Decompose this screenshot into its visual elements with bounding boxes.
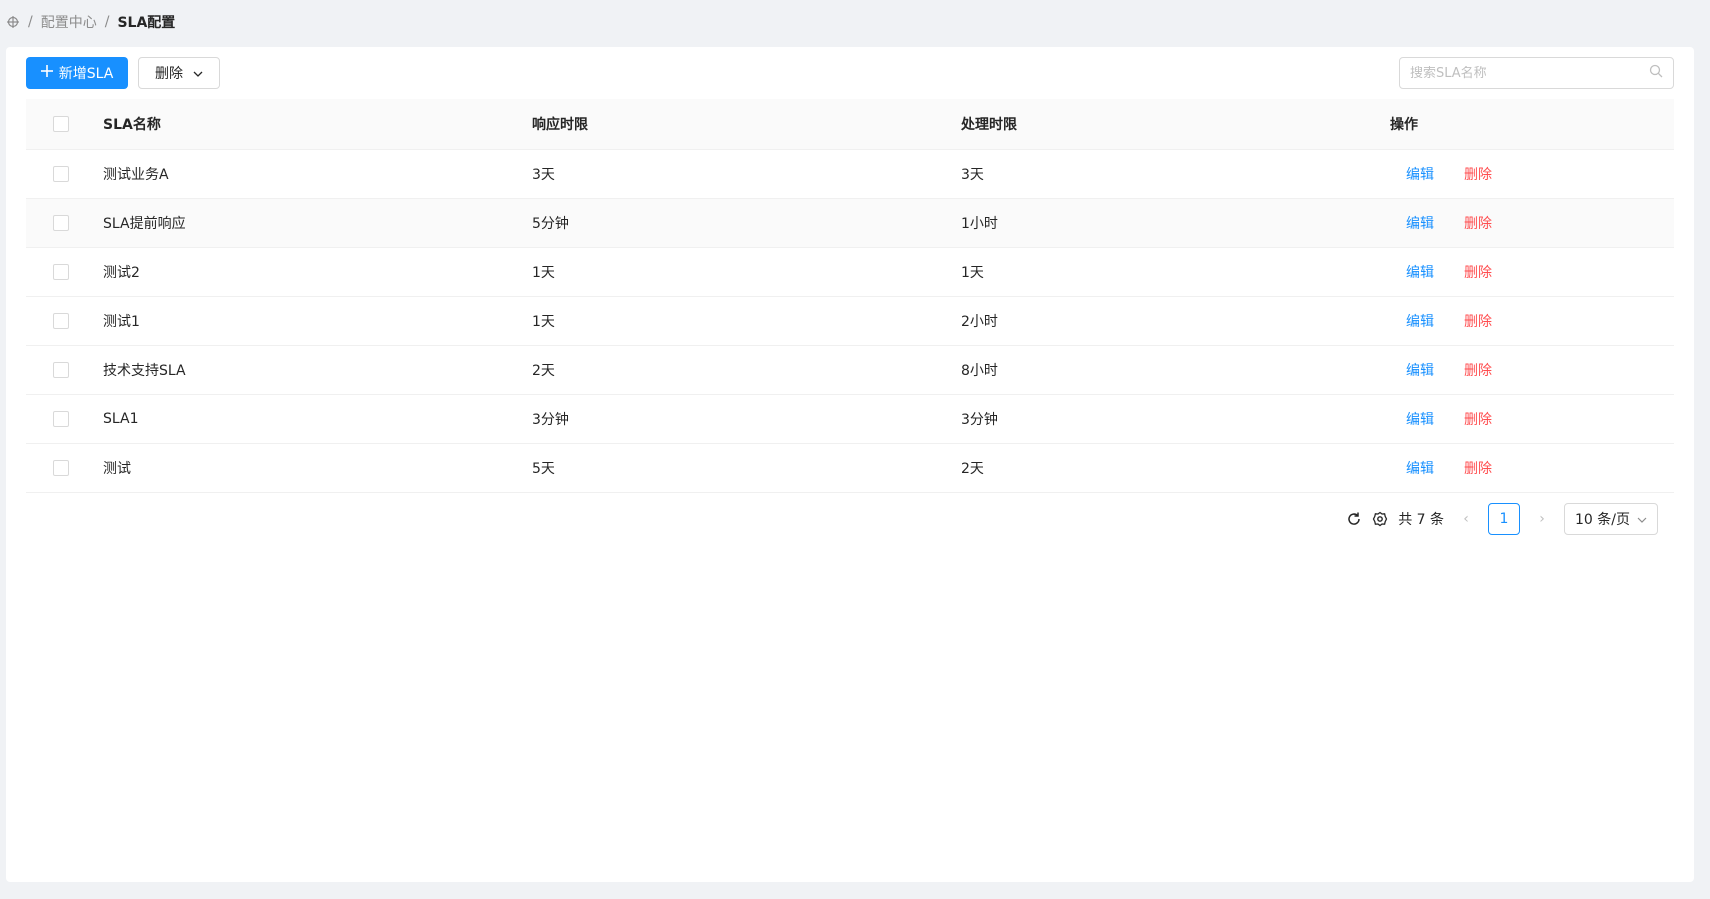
next-page-icon[interactable]: › (1530, 511, 1554, 527)
search-box[interactable] (1399, 57, 1674, 89)
table-row: 测试业务A 3天 3天 编辑 删除 (26, 149, 1674, 199)
column-header-actions: 操作 (1390, 99, 1674, 150)
search-icon[interactable] (1649, 64, 1663, 82)
row-checkbox[interactable] (53, 361, 69, 378)
gear-icon[interactable] (1372, 511, 1388, 527)
response-limit-cell: 1天 (532, 247, 961, 297)
breadcrumb-parent[interactable]: 配置中心 (41, 12, 97, 32)
process-limit-cell: 2小时 (961, 296, 1390, 346)
sla-table: SLA名称 响应时限 处理时限 操作 测试业务A 3天 3天 编辑 删除 SLA提… (26, 99, 1674, 493)
delete-link[interactable]: 删除 (1464, 461, 1492, 477)
process-limit-cell: 1天 (961, 247, 1390, 297)
response-limit-cell: 3天 (532, 149, 961, 199)
edit-link[interactable]: 编辑 (1406, 363, 1434, 379)
row-checkbox[interactable] (53, 165, 69, 182)
delete-link[interactable]: 删除 (1464, 363, 1492, 379)
edit-link[interactable]: 编辑 (1406, 412, 1434, 428)
row-checkbox[interactable] (53, 263, 69, 280)
sla-name-cell: 测试 (103, 443, 532, 493)
select-all-checkbox[interactable] (53, 115, 69, 132)
process-limit-cell: 8小时 (961, 345, 1390, 395)
sla-name-cell: SLA提前响应 (103, 198, 532, 248)
chevron-down-icon (193, 65, 203, 81)
row-checkbox[interactable] (53, 214, 69, 231)
crosshair-icon (6, 15, 20, 29)
table-header-row: SLA名称 响应时限 处理时限 操作 (26, 99, 1674, 150)
total-count: 共 7 条 (1398, 512, 1444, 528)
table-row: SLA1 3分钟 3分钟 编辑 删除 (26, 394, 1674, 444)
sla-name-cell: 测试业务A (103, 149, 532, 199)
toolbar: 新增SLA 删除 (26, 57, 1674, 89)
breadcrumb-current: SLA配置 (117, 15, 176, 31)
page-size-select[interactable]: 10 条/页 (1564, 503, 1658, 535)
edit-link[interactable]: 编辑 (1406, 167, 1434, 183)
breadcrumb-separator: / (28, 14, 33, 30)
sla-name-cell: 测试2 (103, 247, 532, 297)
table-row: 测试 5天 2天 编辑 删除 (26, 443, 1674, 493)
table-row: 测试1 1天 2小时 编辑 删除 (26, 296, 1674, 346)
delete-link[interactable]: 删除 (1464, 412, 1492, 428)
add-sla-label: 新增SLA (58, 66, 114, 82)
chevron-down-icon (1637, 511, 1647, 527)
table-row: SLA提前响应 5分钟 1小时 编辑 删除 (26, 198, 1674, 248)
edit-link[interactable]: 编辑 (1406, 216, 1434, 232)
row-checkbox[interactable] (53, 459, 69, 476)
sla-name-cell: SLA1 (103, 394, 532, 444)
process-limit-cell: 3分钟 (961, 394, 1390, 444)
delete-link[interactable]: 删除 (1464, 216, 1492, 232)
table-row: 技术支持SLA 2天 8小时 编辑 删除 (26, 345, 1674, 395)
delete-link[interactable]: 删除 (1464, 265, 1492, 281)
edit-link[interactable]: 编辑 (1406, 314, 1434, 330)
delete-link[interactable]: 删除 (1464, 167, 1492, 183)
content-card: 新增SLA 删除 SLA名称 响应时限 处理时限 操作 (6, 47, 1694, 882)
prev-page-icon[interactable]: ‹ (1454, 511, 1478, 527)
delete-dropdown-button[interactable]: 删除 (138, 57, 220, 89)
column-header-response: 响应时限 (532, 99, 961, 150)
column-header-name: SLA名称 (103, 99, 532, 150)
response-limit-cell: 1天 (532, 296, 961, 346)
process-limit-cell: 2天 (961, 443, 1390, 493)
response-limit-cell: 5天 (532, 443, 961, 493)
page-size-value: 10 条/页 (1575, 512, 1630, 528)
sla-name-cell: 测试1 (103, 296, 532, 346)
process-limit-cell: 1小时 (961, 198, 1390, 248)
search-input[interactable] (1410, 65, 1649, 81)
delete-link[interactable]: 删除 (1464, 314, 1492, 330)
refresh-icon[interactable] (1346, 511, 1362, 527)
edit-link[interactable]: 编辑 (1406, 265, 1434, 281)
pagination: 共 7 条 ‹ 1 › 10 条/页 (1346, 503, 1658, 535)
table-row: 测试2 1天 1天 编辑 删除 (26, 247, 1674, 297)
add-sla-button[interactable]: 新增SLA (26, 57, 128, 89)
response-limit-cell: 2天 (532, 345, 961, 395)
process-limit-cell: 3天 (961, 149, 1390, 199)
plus-icon (40, 65, 53, 81)
response-limit-cell: 5分钟 (532, 198, 961, 248)
delete-dropdown-label: 删除 (155, 66, 183, 82)
row-checkbox[interactable] (53, 312, 69, 329)
row-checkbox[interactable] (53, 410, 69, 427)
edit-link[interactable]: 编辑 (1406, 461, 1434, 477)
breadcrumb-separator: / (104, 14, 110, 30)
response-limit-cell: 3分钟 (532, 394, 961, 444)
breadcrumb: / 配置中心 / SLA配置 (6, 10, 175, 34)
page-number-current[interactable]: 1 (1488, 503, 1520, 535)
sla-name-cell: 技术支持SLA (103, 345, 532, 395)
column-header-process: 处理时限 (961, 99, 1390, 150)
